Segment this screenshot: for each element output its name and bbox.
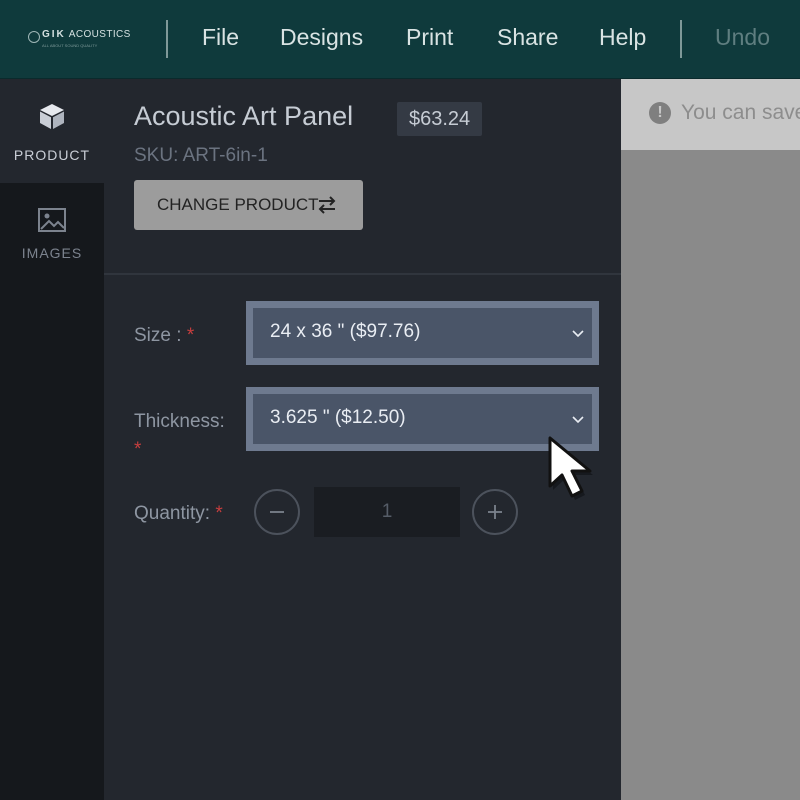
menu-divider [680, 20, 682, 58]
tab-images[interactable]: IMAGES [0, 183, 104, 287]
menu-designs[interactable]: Designs [280, 24, 363, 51]
image-icon [38, 208, 66, 232]
gik-acoustics-logo[interactable]: GIK ACOUSTICS ALL ABOUT SOUND QUALITY [28, 26, 138, 52]
product-panel: Acoustic Art Panel $63.24 SKU: ART-6in-1… [104, 79, 621, 800]
size-label: Size : * [134, 325, 195, 346]
tab-product[interactable]: PRODUCT [0, 79, 104, 183]
design-canvas-area[interactable]: ! You can save [621, 79, 800, 800]
logo-mark-icon [28, 31, 40, 43]
left-tab-rail: PRODUCT IMAGES [0, 79, 104, 800]
product-price-badge: $63.24 [397, 102, 483, 136]
save-notice-banner: ! You can save [621, 79, 800, 150]
logo-text: GIK ACOUSTICS [42, 29, 131, 40]
thickness-selected-value: 3.625 " ($12.50) [270, 407, 406, 428]
menu-help[interactable]: Help [599, 24, 646, 51]
change-product-button[interactable]: CHANGE PRODUCT [134, 180, 363, 230]
tab-images-label: IMAGES [21, 245, 83, 261]
tab-product-label: PRODUCT [13, 147, 91, 163]
minus-icon [270, 511, 284, 513]
menu-share[interactable]: Share [497, 24, 558, 51]
logo-tagline: ALL ABOUT SOUND QUALITY [42, 43, 98, 48]
thickness-label: Thickness: [134, 411, 225, 432]
menu-print[interactable]: Print [406, 24, 453, 51]
top-menu-bar: GIK ACOUSTICS ALL ABOUT SOUND QUALITY Fil… [0, 0, 800, 79]
size-selected-value: 24 x 36 " ($97.76) [270, 321, 421, 342]
menu-undo[interactable]: Undo [715, 24, 770, 51]
chevron-down-icon [572, 416, 584, 424]
required-asterisk: * [134, 439, 142, 460]
product-title: Acoustic Art Panel [134, 101, 354, 131]
exclamation-icon: ! [649, 102, 671, 124]
required-asterisk: * [215, 503, 223, 524]
cube-icon [40, 104, 64, 129]
menu-file[interactable]: File [202, 24, 239, 51]
mouse-pointer-icon [548, 436, 593, 500]
plus-icon [488, 505, 502, 519]
quantity-label: Quantity: * [134, 503, 223, 524]
swap-arrows-icon [318, 196, 336, 214]
quantity-increment-button[interactable] [472, 489, 518, 535]
quantity-decrement-button[interactable] [254, 489, 300, 535]
notice-text: You can save [681, 101, 800, 124]
quantity-input[interactable]: 1 [314, 487, 460, 537]
change-product-label: CHANGE PRODUCT [157, 195, 319, 214]
product-sku: SKU: ART-6in-1 [134, 145, 268, 166]
chevron-down-icon [572, 330, 584, 338]
section-divider [104, 273, 621, 275]
size-select[interactable]: 24 x 36 " ($97.76) [246, 301, 599, 365]
required-asterisk: * [186, 325, 195, 346]
menu-divider [166, 20, 168, 58]
